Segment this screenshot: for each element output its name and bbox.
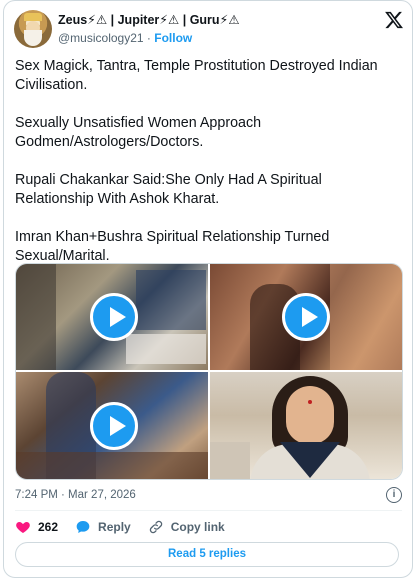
video-tile-3[interactable] — [16, 372, 208, 479]
play-icon[interactable] — [90, 293, 138, 341]
video-tile-1[interactable] — [16, 264, 208, 370]
separator: · — [146, 31, 151, 45]
read-replies-button[interactable]: Read 5 replies — [15, 542, 399, 567]
copy-link-label: Copy link — [170, 520, 225, 534]
avatar-beard — [24, 30, 42, 46]
image-bindi — [308, 400, 312, 404]
tweet-text: Sex Magick, Tantra, Temple Prostitution … — [15, 57, 401, 285]
tweet-paragraph-1: Sex Magick, Tantra, Temple Prostitution … — [15, 58, 378, 93]
video-frame-shadow — [16, 264, 56, 370]
image-face — [286, 386, 334, 444]
video-frame-desk — [126, 334, 206, 364]
tweet-paragraph-2: Sexually Unsatisfied Women Approach Godm… — [15, 115, 262, 150]
link-icon — [149, 520, 162, 534]
like-button[interactable]: 262 — [15, 519, 58, 535]
divider — [15, 510, 402, 511]
media-grid — [15, 263, 403, 480]
like-count: 262 — [38, 520, 59, 534]
play-icon[interactable] — [282, 293, 330, 341]
video-tile-2[interactable] — [210, 264, 402, 370]
copy-link-button[interactable]: Copy link — [148, 519, 225, 535]
image-tile-4[interactable] — [210, 372, 402, 479]
avatar-crown — [24, 13, 42, 21]
follow-button[interactable]: Follow — [154, 31, 192, 45]
image-background-left — [210, 442, 250, 479]
avatar[interactable] — [14, 10, 52, 48]
tweet-paragraph-4: Imran Khan+Bushra Spiritual Relationship… — [15, 229, 330, 264]
info-icon[interactable]: i — [386, 487, 402, 503]
x-logo-icon[interactable] — [384, 10, 404, 30]
video-frame-screen — [136, 270, 206, 330]
handle[interactable]: @musicology21 — [58, 31, 144, 45]
reply-label: Reply — [98, 520, 131, 534]
play-icon[interactable] — [90, 402, 138, 450]
timestamp[interactable]: 7:24 PM · Mar 27, 2026 — [15, 489, 136, 501]
heart-icon — [16, 522, 30, 533]
action-bar: 262 Reply Copy link — [15, 518, 242, 536]
speech-bubble-icon — [76, 521, 90, 533]
handle-row: @musicology21 · Follow — [58, 31, 192, 45]
video-frame-table — [16, 452, 208, 479]
reply-button[interactable]: Reply — [75, 519, 131, 535]
display-name[interactable]: Zeus⚡⚠ | Jupiter⚡⚠ | Guru⚡⚠ — [58, 12, 240, 27]
video-frame-wall — [330, 264, 402, 370]
tweet-paragraph-3: Rupali Chakankar Said:She Only Had A Spi… — [15, 172, 322, 207]
